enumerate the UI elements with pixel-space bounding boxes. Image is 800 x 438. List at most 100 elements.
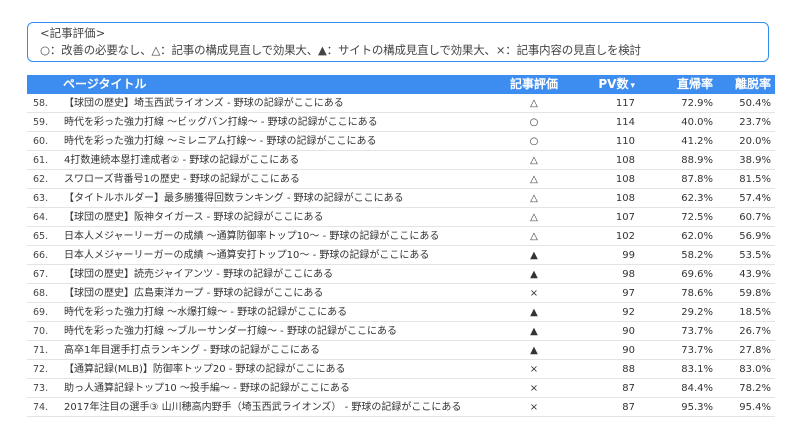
row-number: 74. bbox=[33, 402, 49, 413]
row-number: 62. bbox=[33, 174, 49, 185]
row-number: 61. bbox=[33, 155, 49, 166]
row-direct-rate: 84.4% bbox=[681, 383, 713, 394]
header-pv[interactable]: PV数 ▾ bbox=[587, 77, 635, 94]
row-number: 70. bbox=[33, 326, 49, 337]
row-number: 73. bbox=[33, 383, 49, 394]
table-row[interactable]: 65. 日本人メジャーリーガーの成績 ～通算防御率トップ10～ - 野球の記録がこ… bbox=[27, 227, 775, 246]
row-page-title[interactable]: 2017年注目の選手③ 山川穂高内野手（埼玉西武ライオンズ） - 野球の記録がこ… bbox=[64, 401, 461, 414]
row-pv: 102 bbox=[615, 231, 635, 242]
row-page-title[interactable]: 時代を彩った強力打線 ～ビッグバン打線～ - 野球の記録がここにある bbox=[64, 116, 378, 129]
table-row[interactable]: 72. 【通算記録(MLB)】防御率トップ20 - 野球の記録がここにある × 88 8… bbox=[27, 360, 775, 379]
table-row[interactable]: 61. 4打数連続本塁打達成者② - 野球の記録がここにある △ 108 88.9% 38… bbox=[27, 151, 775, 170]
header-exit-rate[interactable]: 離脱率 bbox=[722, 77, 771, 92]
row-pv: 90 bbox=[622, 345, 635, 356]
table-body: 58. 【球団の歴史】埼玉西武ライオンズ - 野球の記録がここにある △ 117 72.… bbox=[27, 94, 775, 417]
table-row[interactable]: 64. 【球団の歴史】阪神タイガース - 野球の記録がここにある △ 107 72.5%… bbox=[27, 208, 775, 227]
row-rating: △ bbox=[530, 155, 538, 166]
table-row[interactable]: 60. 時代を彩った強力打線 ～ミレニアム打線～ - 野球の記録がここにある ○ 11… bbox=[27, 132, 775, 151]
row-page-title[interactable]: 【球団の歴史】読売ジャイアンツ - 野球の記録がここにある bbox=[64, 268, 333, 281]
row-exit-rate: 43.9% bbox=[739, 269, 771, 280]
row-rating: △ bbox=[530, 193, 538, 204]
table-row[interactable]: 62. スワローズ背番号1の歴史 - 野球の記録がここにある △ 108 87.8% 81… bbox=[27, 170, 775, 189]
row-rating: △ bbox=[530, 98, 538, 109]
row-number: 59. bbox=[33, 117, 49, 128]
row-rating: ▲ bbox=[530, 250, 538, 261]
table-row[interactable]: 74. 2017年注目の選手③ 山川穂高内野手（埼玉西武ライオンズ） - 野球の記… bbox=[27, 398, 775, 417]
row-exit-rate: 26.7% bbox=[739, 326, 771, 337]
row-exit-rate: 59.8% bbox=[739, 288, 771, 299]
row-page-title[interactable]: 【球団の歴史】広島東洋カープ - 野球の記録がここにある bbox=[64, 287, 323, 300]
row-number: 67. bbox=[33, 269, 49, 280]
row-pv: 108 bbox=[615, 174, 635, 185]
row-pv: 99 bbox=[622, 250, 635, 261]
table-row[interactable]: 73. 助っ人通算記録トップ10 ～投手編～ - 野球の記録がここにある × 87 84… bbox=[27, 379, 775, 398]
row-direct-rate: 41.2% bbox=[681, 136, 713, 147]
row-page-title[interactable]: 【タイトルホルダー】最多勝獲得回数ランキング - 野球の記録がここにある bbox=[64, 192, 404, 205]
row-number: 65. bbox=[33, 231, 49, 242]
row-pv: 87 bbox=[622, 383, 635, 394]
row-exit-rate: 83.0% bbox=[739, 364, 771, 375]
legend-title: <記事評価> bbox=[40, 26, 106, 40]
row-pv: 92 bbox=[622, 307, 635, 318]
row-rating: × bbox=[529, 402, 539, 413]
row-direct-rate: 40.0% bbox=[681, 117, 713, 128]
row-exit-rate: 53.5% bbox=[739, 250, 771, 261]
row-page-title[interactable]: 4打数連続本塁打達成者② - 野球の記録がここにある bbox=[64, 154, 299, 167]
row-exit-rate: 60.7% bbox=[739, 212, 771, 223]
row-page-title[interactable]: 日本人メジャーリーガーの成績 ～通算安打トップ10～ - 野球の記録がここにある bbox=[64, 249, 429, 262]
header-direct-rate[interactable]: 直帰率 bbox=[659, 77, 713, 92]
row-pv: 108 bbox=[615, 155, 635, 166]
row-exit-rate: 81.5% bbox=[739, 174, 771, 185]
row-page-title[interactable]: 時代を彩った強力打線 ～ブルーサンダー打線～ - 野球の記録がここにある bbox=[64, 325, 397, 338]
header-rating[interactable]: 記事評価 bbox=[506, 77, 562, 92]
pages-table: ページタイトル 記事評価 PV数 ▾ 直帰率 離脱率 58. 【球団の歴史】埼玉西武… bbox=[27, 75, 775, 417]
row-page-title[interactable]: 日本人メジャーリーガーの成績 ～通算防御率トップ10～ - 野球の記録がここにあ… bbox=[64, 230, 439, 243]
row-exit-rate: 78.2% bbox=[739, 383, 771, 394]
row-pv: 98 bbox=[622, 269, 635, 280]
row-exit-rate: 56.9% bbox=[739, 231, 771, 242]
row-rating: × bbox=[529, 364, 539, 375]
table-row[interactable]: 66. 日本人メジャーリーガーの成績 ～通算安打トップ10～ - 野球の記録がここ… bbox=[27, 246, 775, 265]
row-page-title[interactable]: 【球団の歴史】阪神タイガース - 野球の記録がここにある bbox=[64, 211, 323, 224]
row-exit-rate: 50.4% bbox=[739, 98, 771, 109]
table-row[interactable]: 71. 高卒1年目選手打点ランキング - 野球の記録がここにある ▲ 90 73.7% 2… bbox=[27, 341, 775, 360]
row-exit-rate: 38.9% bbox=[739, 155, 771, 166]
row-direct-rate: 73.7% bbox=[681, 326, 713, 337]
table-header: ページタイトル 記事評価 PV数 ▾ 直帰率 離脱率 bbox=[27, 75, 775, 94]
row-rating: △ bbox=[530, 212, 538, 223]
table-row[interactable]: 59. 時代を彩った強力打線 ～ビッグバン打線～ - 野球の記録がここにある ○ 11… bbox=[27, 113, 775, 132]
rating-legend-box: <記事評価> ○：改善の必要なし、△：記事の構成見直しで効果大、▲：サイトの構成… bbox=[27, 22, 769, 62]
row-number: 72. bbox=[33, 364, 49, 375]
row-direct-rate: 72.5% bbox=[681, 212, 713, 223]
table-row[interactable]: 63. 【タイトルホルダー】最多勝獲得回数ランキング - 野球の記録がここにある △… bbox=[27, 189, 775, 208]
row-pv: 87 bbox=[622, 402, 635, 413]
table-row[interactable]: 68. 【球団の歴史】広島東洋カープ - 野球の記録がここにある × 97 78.6% 5… bbox=[27, 284, 775, 303]
row-rating: ▲ bbox=[530, 345, 538, 356]
row-page-title[interactable]: 時代を彩った強力打線 ～ミレニアム打線～ - 野球の記録がここにある bbox=[64, 135, 376, 148]
table-row[interactable]: 69. 時代を彩った強力打線 ～水爆打線～ - 野球の記録がここにある ▲ 92 29.… bbox=[27, 303, 775, 322]
row-exit-rate: 20.0% bbox=[739, 136, 771, 147]
row-page-title[interactable]: 【通算記録(MLB)】防御率トップ20 - 野球の記録がここにある bbox=[64, 363, 346, 376]
table-row[interactable]: 67. 【球団の歴史】読売ジャイアンツ - 野球の記録がここにある ▲ 98 69.6%… bbox=[27, 265, 775, 284]
row-direct-rate: 58.2% bbox=[681, 250, 713, 261]
row-page-title[interactable]: 【球団の歴史】埼玉西武ライオンズ - 野球の記録がここにある bbox=[64, 97, 344, 110]
row-page-title[interactable]: 高卒1年目選手打点ランキング - 野球の記録がここにある bbox=[64, 344, 320, 357]
row-direct-rate: 72.9% bbox=[681, 98, 713, 109]
row-rating: ○ bbox=[529, 136, 539, 147]
row-exit-rate: 57.4% bbox=[739, 193, 771, 204]
row-exit-rate: 18.5% bbox=[739, 307, 771, 318]
row-rating: △ bbox=[530, 231, 538, 242]
row-pv: 110 bbox=[615, 136, 635, 147]
row-number: 69. bbox=[33, 307, 49, 318]
row-number: 68. bbox=[33, 288, 49, 299]
table-row[interactable]: 70. 時代を彩った強力打線 ～ブルーサンダー打線～ - 野球の記録がここにある ▲… bbox=[27, 322, 775, 341]
table-row[interactable]: 58. 【球団の歴史】埼玉西武ライオンズ - 野球の記録がここにある △ 117 72.… bbox=[27, 94, 775, 113]
header-pv-label: PV数 bbox=[598, 77, 629, 91]
row-exit-rate: 27.8% bbox=[739, 345, 771, 356]
row-page-title[interactable]: スワローズ背番号1の歴史 - 野球の記録がここにある bbox=[64, 173, 300, 186]
row-pv: 107 bbox=[615, 212, 635, 223]
row-page-title[interactable]: 助っ人通算記録トップ10 ～投手編～ - 野球の記録がここにある bbox=[64, 382, 350, 395]
row-page-title[interactable]: 時代を彩った強力打線 ～水爆打線～ - 野球の記録がここにある bbox=[64, 306, 347, 319]
row-rating: ○ bbox=[529, 117, 539, 128]
header-page-title[interactable]: ページタイトル bbox=[63, 77, 147, 92]
